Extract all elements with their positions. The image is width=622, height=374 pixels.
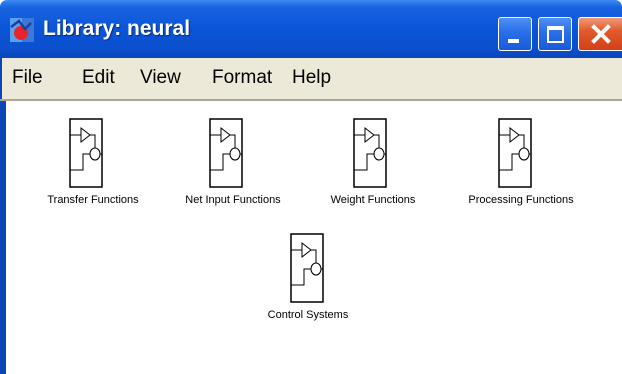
block-processing-functions[interactable]: Processing Functions (446, 118, 596, 218)
block-label: Processing Functions (468, 194, 574, 206)
block-control-systems[interactable]: Control Systems (233, 233, 383, 333)
library-window: Library: neural File Edit View Format He… (0, 0, 622, 374)
menu-view[interactable]: View (140, 66, 181, 90)
minimize-button[interactable] (498, 17, 532, 51)
window-title: Library: neural (43, 17, 191, 40)
block-label: Control Systems (267, 309, 349, 321)
block-weight-functions[interactable]: Weight Functions (298, 118, 448, 218)
subsystem-block-icon (353, 118, 387, 188)
menu-bar: File Edit View Format Help (0, 58, 622, 100)
block-net-input-functions[interactable]: Net Input Functions (158, 118, 308, 218)
close-button[interactable] (578, 17, 622, 51)
close-icon (590, 24, 611, 44)
block-label: Transfer Functions (47, 194, 139, 206)
subsystem-block-icon (498, 118, 532, 188)
maximize-icon (546, 25, 564, 43)
title-bar[interactable]: Library: neural (0, 0, 622, 58)
block-label: Net Input Functions (185, 194, 281, 206)
subsystem-block-icon (209, 118, 243, 188)
subsystem-block-icon (290, 233, 324, 303)
menu-help[interactable]: Help (292, 66, 331, 90)
menu-format[interactable]: Format (212, 66, 272, 90)
block-label: Weight Functions (330, 194, 416, 206)
maximize-button[interactable] (538, 17, 572, 51)
simulink-library-icon (10, 18, 34, 42)
menu-edit[interactable]: Edit (82, 66, 115, 90)
subsystem-block-icon (69, 118, 103, 188)
menu-file[interactable]: File (12, 66, 43, 90)
block-transfer-functions[interactable]: Transfer Functions (18, 118, 168, 218)
minimize-icon (508, 39, 519, 43)
